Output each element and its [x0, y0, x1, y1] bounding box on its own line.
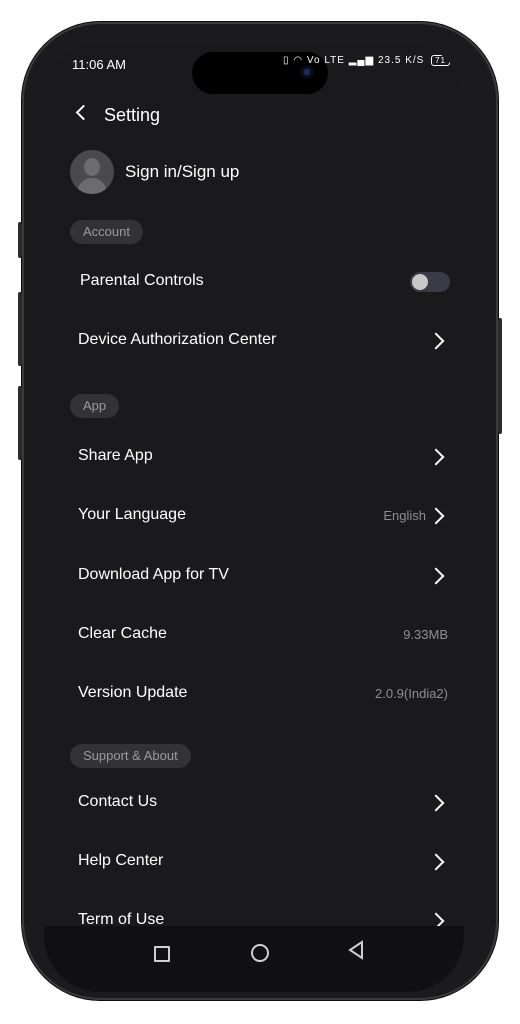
help-center-label: Help Center [78, 852, 164, 869]
battery-icon: 71 [431, 55, 450, 66]
status-time: 11:06 AM [72, 57, 126, 72]
chevron-right-icon [427, 853, 445, 871]
device-authorization-row[interactable]: Device Authorization Center [54, 319, 464, 363]
term-of-use-row[interactable]: Term of Use [54, 899, 464, 926]
signal-icon: ▂▄▆ [348, 55, 375, 67]
section-support: Support & About [70, 744, 191, 768]
chevron-right-icon [427, 794, 445, 812]
clear-cache-label: Clear Cache [78, 625, 167, 642]
header: Setting [54, 100, 464, 130]
chevron-right-icon [427, 507, 445, 525]
front-camera-icon [300, 65, 314, 79]
status-icons: ▯ ◠ Vo LTE ▂▄▆ 23.5 K/S 71 [283, 55, 450, 66]
term-of-use-label: Term of Use [78, 911, 165, 926]
user-avatar-icon [70, 150, 114, 194]
version-update-label: Version Update [78, 684, 188, 701]
vibrate-icon: ▯ [283, 55, 290, 67]
version-value: 2.0.9(India2) [375, 686, 448, 701]
volume-down-button [18, 386, 22, 460]
sign-in-label: Sign in/Sign up [125, 162, 240, 181]
chevron-right-icon [427, 332, 445, 350]
language-value: English [383, 508, 426, 523]
wifi-icon: ◠ [293, 55, 304, 67]
chevron-right-icon [427, 448, 445, 466]
recents-square-icon[interactable] [154, 946, 170, 962]
sign-in-row[interactable]: Sign in/Sign up [70, 150, 450, 194]
chevron-left-icon[interactable] [75, 104, 92, 121]
share-app-row[interactable]: Share App [54, 435, 464, 479]
net-speed: 23.5 K/S [377, 55, 425, 67]
contact-us-label: Contact Us [78, 793, 158, 810]
chevron-right-icon [427, 912, 445, 926]
download-tv-label: Download App for TV [78, 566, 229, 583]
version-update-row[interactable]: Version Update 2.0.9(India2) [54, 672, 464, 716]
network-label: Vo LTE [306, 55, 345, 67]
volume-up-button [18, 292, 22, 366]
chevron-right-icon [427, 567, 445, 585]
power-button [498, 318, 502, 434]
settings-page: 11:06 AM ▯ ◠ Vo LTE ▂▄▆ 23.5 K/S 71 Sett… [54, 44, 464, 926]
parental-controls-toggle[interactable] [410, 272, 450, 292]
parental-controls-label: Parental Controls [80, 272, 204, 289]
system-nav-bar [44, 926, 464, 992]
device-authorization-label: Device Authorization Center [78, 331, 277, 348]
battery-level: 71 [435, 56, 446, 65]
toggle-knob [412, 274, 428, 290]
back-triangle-icon[interactable] [346, 938, 366, 962]
share-app-label: Share App [78, 447, 153, 464]
help-center-row[interactable]: Help Center [54, 840, 464, 884]
status-bar: 11:06 AM ▯ ◠ Vo LTE ▂▄▆ 23.5 K/S 71 [54, 44, 464, 94]
contact-us-row[interactable]: Contact Us [54, 781, 464, 825]
section-app: App [70, 394, 120, 418]
download-tv-row[interactable]: Download App for TV [54, 554, 464, 598]
parental-controls-row: Parental Controls [54, 260, 464, 304]
home-circle-icon[interactable] [251, 944, 269, 962]
screen: 11:06 AM ▯ ◠ Vo LTE ▂▄▆ 23.5 K/S 71 Sett… [44, 44, 464, 992]
cache-size-value: 9.33MB [403, 627, 448, 642]
clear-cache-row[interactable]: Clear Cache 9.33MB [54, 613, 464, 657]
section-account: Account [70, 220, 143, 244]
language-row[interactable]: Your Language English [54, 494, 464, 538]
language-label: Your Language [78, 506, 186, 523]
page-title: Setting [104, 105, 161, 125]
action-button [18, 222, 22, 258]
